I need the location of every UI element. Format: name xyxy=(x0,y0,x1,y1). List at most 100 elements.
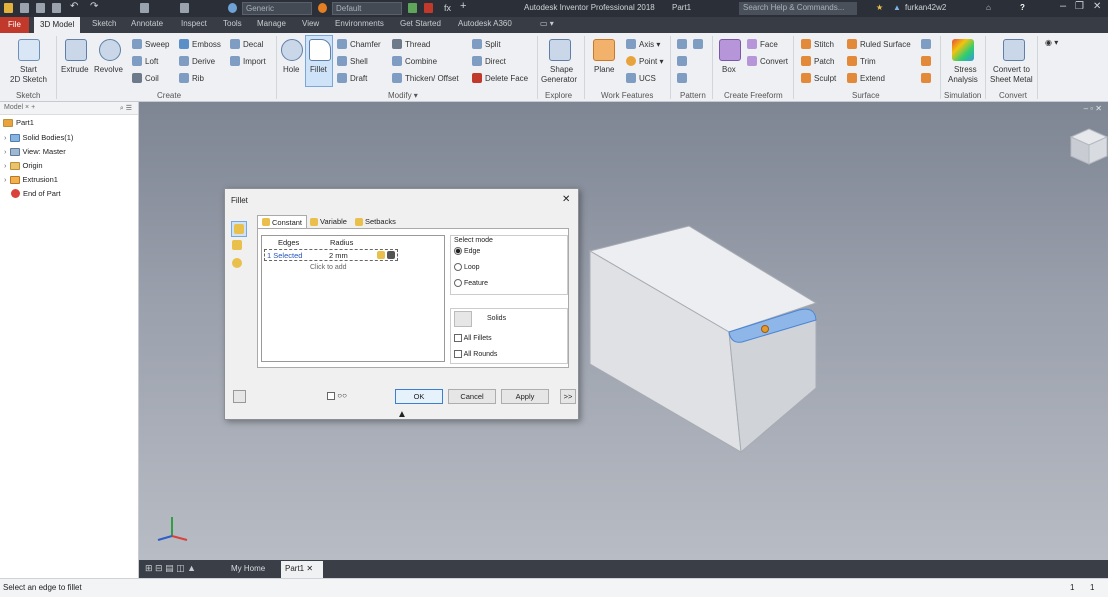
radius-input[interactable]: 2 mm xyxy=(329,251,348,260)
dialog-close-icon[interactable]: ✕ xyxy=(562,194,570,205)
save-icon[interactable] xyxy=(52,3,61,13)
cart-icon[interactable]: ⌂ xyxy=(986,3,991,12)
tab-environments[interactable]: Environments xyxy=(335,19,384,28)
import-button[interactable]: Import xyxy=(230,56,266,66)
convert-sheet-metal-label-2[interactable]: Sheet Metal xyxy=(990,75,1033,84)
expand-icon[interactable]: › xyxy=(4,133,7,142)
part1-tab[interactable]: Part1 ✕ xyxy=(281,561,323,578)
fillet-icon[interactable] xyxy=(309,39,331,61)
stress-analysis-label-1[interactable]: Stress xyxy=(954,65,977,74)
tab-close-icon[interactable]: ✕ xyxy=(306,564,313,573)
expand-icon[interactable]: › xyxy=(4,175,7,184)
tab-manage[interactable]: Manage xyxy=(257,19,286,28)
edges-selected-cell[interactable]: 1 Selected xyxy=(267,251,302,260)
rectangular-pattern-icon[interactable] xyxy=(677,39,687,49)
tab-constant[interactable]: Constant xyxy=(257,215,308,228)
user-icon[interactable]: ▲ xyxy=(893,3,901,12)
convert-button[interactable]: Convert xyxy=(747,56,788,66)
restore-icon[interactable]: ❐ xyxy=(1075,1,1084,12)
hole-button[interactable]: Hole xyxy=(283,65,299,74)
rib-button[interactable]: Rib xyxy=(179,73,204,83)
stitch-button[interactable]: Stitch xyxy=(801,39,834,49)
tab-inspect[interactable]: Inspect xyxy=(181,19,207,28)
repair-icon[interactable] xyxy=(921,39,931,49)
revolve-button[interactable]: Revolve xyxy=(94,65,123,74)
full-round-fillet-mode-icon[interactable] xyxy=(232,258,246,272)
thread-button[interactable]: Thread xyxy=(392,39,430,49)
undo-icon[interactable]: ↶ xyxy=(70,1,82,12)
point-button[interactable]: Point ▾ xyxy=(626,56,663,66)
delete-face-button[interactable]: Delete Face xyxy=(472,73,528,83)
split-button[interactable]: Split xyxy=(472,39,501,49)
ok-button[interactable]: OK xyxy=(395,389,443,404)
view-cube[interactable] xyxy=(1069,128,1108,165)
extend-button[interactable]: Extend xyxy=(847,73,885,83)
tab-annotate[interactable]: Annotate xyxy=(131,19,163,28)
box-button[interactable]: Box xyxy=(722,65,736,74)
plane-icon[interactable] xyxy=(593,39,615,61)
ribbon-expand-icon[interactable]: ◉ ▾ xyxy=(1045,38,1058,47)
draft-button[interactable]: Draft xyxy=(337,73,367,83)
combine-button[interactable]: Combine xyxy=(392,56,437,66)
user-name[interactable]: furkan42w2 xyxy=(905,3,946,12)
shape-generator-label-1[interactable]: Shape xyxy=(550,65,573,74)
tree-item-solid-bodies[interactable]: › Solid Bodies(1) xyxy=(4,133,73,142)
loft-button[interactable]: Loft xyxy=(132,56,158,66)
help-icon[interactable]: ? xyxy=(1020,3,1025,12)
click-to-add-hint[interactable]: Click to add xyxy=(310,264,347,271)
tab-setbacks[interactable]: Setbacks xyxy=(351,215,400,228)
select-icon[interactable] xyxy=(180,3,189,13)
face-button[interactable]: Face xyxy=(747,39,778,49)
start-sketch-icon[interactable] xyxy=(18,39,40,61)
ribbon-options-icon[interactable]: ▭ ▾ xyxy=(540,19,554,28)
tree-item-view[interactable]: › View: Master xyxy=(4,147,66,156)
tab-view[interactable]: View xyxy=(302,19,319,28)
color-icon[interactable] xyxy=(318,3,327,13)
open-icon[interactable] xyxy=(36,3,45,13)
ucs-button[interactable]: UCS xyxy=(626,73,656,83)
shape-generator-icon[interactable] xyxy=(549,39,571,61)
ruled-surface-button[interactable]: Ruled Surface xyxy=(847,39,911,49)
tree-item-extrusion1[interactable]: › Extrusion1 xyxy=(4,175,58,184)
part-model[interactable] xyxy=(588,225,818,454)
home-icon[interactable] xyxy=(140,3,149,13)
more-button[interactable]: >> xyxy=(560,389,576,404)
circular-pattern-icon[interactable] xyxy=(693,39,703,49)
emboss-button[interactable]: Emboss xyxy=(179,39,221,49)
sign-in-icon[interactable]: ★ xyxy=(876,3,883,12)
panel-modify-label[interactable]: Modify ▾ xyxy=(388,91,418,100)
solids-select-button[interactable] xyxy=(454,311,472,327)
sketch-pattern-icon[interactable] xyxy=(677,73,687,83)
help-button[interactable] xyxy=(233,390,246,403)
close-icon[interactable]: ✕ xyxy=(1093,1,1101,12)
tab-3d-model[interactable]: 3D Model xyxy=(34,17,81,33)
all-rounds-checkbox[interactable]: All Rounds xyxy=(454,350,497,358)
extrude-button[interactable]: Extrude xyxy=(61,65,89,74)
mode-loop-radio[interactable]: Loop xyxy=(454,263,480,271)
stress-analysis-label-2[interactable]: Analysis xyxy=(948,75,978,84)
my-home-tab[interactable]: My Home xyxy=(231,564,265,573)
fillet-button[interactable]: Fillet xyxy=(310,65,327,74)
hole-icon[interactable] xyxy=(281,39,303,61)
clear-override-icon[interactable] xyxy=(424,3,433,13)
redo-icon[interactable]: ↷ xyxy=(90,1,102,12)
preview-checkbox[interactable]: ○○ xyxy=(327,391,347,400)
tile-views-icon[interactable]: ⊞ ⊟ ▤ ◫ ▲ xyxy=(145,563,196,574)
plane-button[interactable]: Plane xyxy=(594,65,614,74)
mode-feature-radio[interactable]: Feature xyxy=(454,279,488,287)
fillet-grip-icon[interactable] xyxy=(761,325,769,333)
tree-root[interactable]: Part1 xyxy=(3,118,34,127)
sculpt-button[interactable]: Sculpt xyxy=(801,73,836,83)
patch-button[interactable]: Patch xyxy=(801,56,834,66)
table-row[interactable]: 1 Selected 2 mm xyxy=(264,249,398,261)
mode-edge-radio[interactable]: Edge xyxy=(454,247,480,255)
convert-sheet-metal-label-1[interactable]: Convert to xyxy=(993,65,1030,74)
tab-get-started[interactable]: Get Started xyxy=(400,19,441,28)
start-sketch-label-2[interactable]: 2D Sketch xyxy=(10,75,47,84)
shape-generator-label-2[interactable]: Generator xyxy=(541,75,577,84)
mirror-icon[interactable] xyxy=(677,56,687,66)
stress-analysis-icon[interactable] xyxy=(952,39,974,61)
browser-close-icon[interactable]: × + xyxy=(25,104,35,111)
thicken-offset-button[interactable]: Thicken/ Offset xyxy=(392,73,459,83)
face-fillet-mode-icon[interactable] xyxy=(232,240,246,254)
